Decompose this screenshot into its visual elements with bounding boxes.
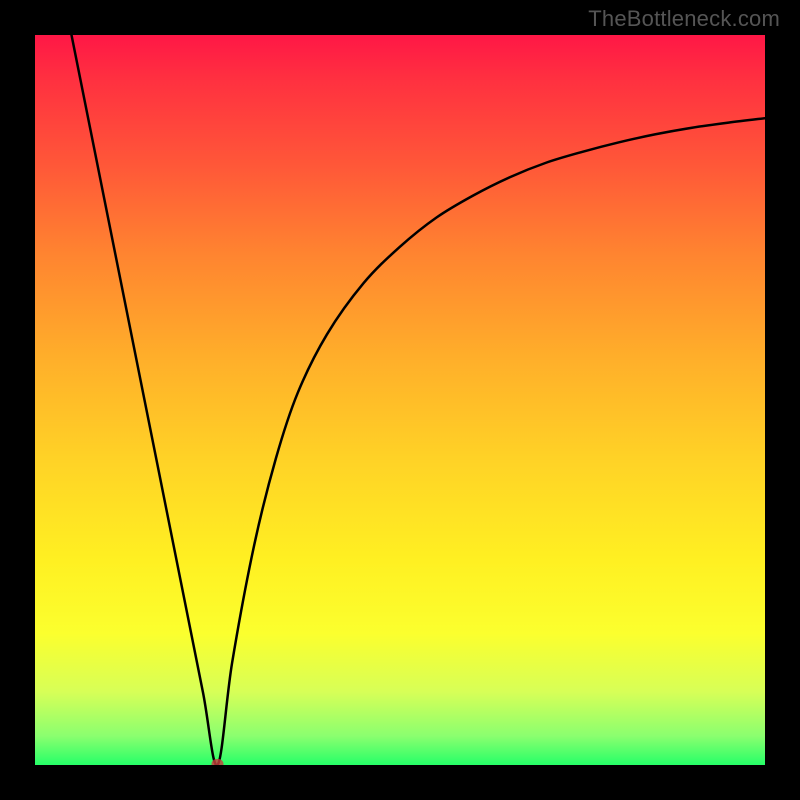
watermark-text: TheBottleneck.com	[588, 6, 780, 32]
series-line	[72, 35, 766, 765]
plot-area	[35, 35, 765, 765]
chart-frame: TheBottleneck.com	[0, 0, 800, 800]
curve-svg	[35, 35, 765, 765]
